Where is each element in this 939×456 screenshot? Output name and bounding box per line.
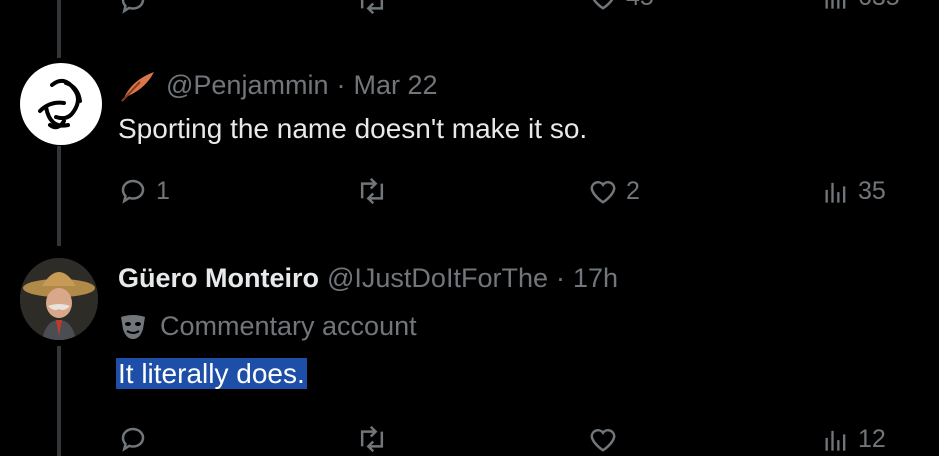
tweet1-views-button[interactable]: 35 — [822, 176, 886, 206]
mask-icon — [121, 314, 145, 339]
tweet1-handle[interactable]: @Penjammin — [166, 70, 328, 101]
tweet1-like-count: 2 — [626, 176, 640, 205]
tweet1-like-button[interactable]: 2 — [588, 176, 640, 206]
top-reply-button[interactable] — [118, 0, 148, 16]
commentary-label-text: Commentary account — [160, 311, 417, 341]
tweet2-time[interactable]: 17h — [573, 263, 618, 294]
avatar-penjammin[interactable] — [20, 63, 102, 145]
top-views-button[interactable]: 635 — [822, 0, 900, 12]
tweet1-date[interactable]: Mar 22 — [353, 70, 437, 101]
tweet1-text: Sporting the name doesn't make it so. — [118, 113, 588, 144]
thread-line-middle — [57, 146, 61, 246]
tweet2-text-selection[interactable]: It literally does. — [116, 358, 307, 389]
tweet2-text: It literally does. — [116, 358, 307, 390]
thread-line-top — [57, 0, 61, 58]
tweet1-header: @Penjammin · Mar 22 — [118, 68, 438, 102]
tweet1-retweet-button[interactable] — [356, 176, 388, 206]
tweet2-views-button[interactable]: 12 — [822, 424, 886, 454]
tweet2-handle[interactable]: @IJustDoItForThe — [327, 263, 548, 294]
views-icon — [825, 0, 846, 9]
reply-icon — [121, 427, 145, 452]
tweet2-header: Güero Monteiro @IJustDoItForThe · 17h — [118, 263, 618, 294]
avatar-guero-monteiro[interactable] — [20, 258, 98, 340]
thread-line-bottom — [57, 346, 61, 456]
retweet-icon — [360, 0, 384, 15]
top-retweet-button[interactable] — [356, 0, 388, 16]
tweet2-reply-button[interactable] — [118, 424, 148, 454]
tweet2-views-count: 12 — [858, 424, 886, 453]
feather-icon — [121, 72, 154, 102]
tweet2-like-button[interactable] — [588, 424, 618, 454]
tweet2-retweet-button[interactable] — [356, 424, 388, 454]
tweet1-views-count: 35 — [858, 176, 886, 205]
commentary-label[interactable]: Commentary account — [118, 311, 417, 342]
tweet2-separator: · — [555, 263, 565, 293]
top-views-count: 635 — [858, 0, 900, 12]
reply-icon — [121, 0, 145, 14]
like-icon — [590, 429, 616, 452]
views-icon — [825, 430, 846, 451]
like-icon — [592, 0, 614, 10]
tweet1-reply-button[interactable]: 1 — [118, 176, 170, 206]
retweet-icon — [360, 177, 384, 205]
tweet2-display-name[interactable]: Güero Monteiro — [118, 263, 319, 294]
top-like-button[interactable]: 45 — [588, 0, 654, 12]
reply-icon — [121, 179, 145, 204]
like-icon — [590, 181, 616, 204]
views-icon — [825, 182, 846, 203]
tweet1-reply-count: 1 — [156, 176, 170, 205]
tweet1-separator: · — [336, 69, 346, 100]
retweet-icon — [360, 425, 384, 453]
top-like-count: 45 — [626, 0, 654, 12]
